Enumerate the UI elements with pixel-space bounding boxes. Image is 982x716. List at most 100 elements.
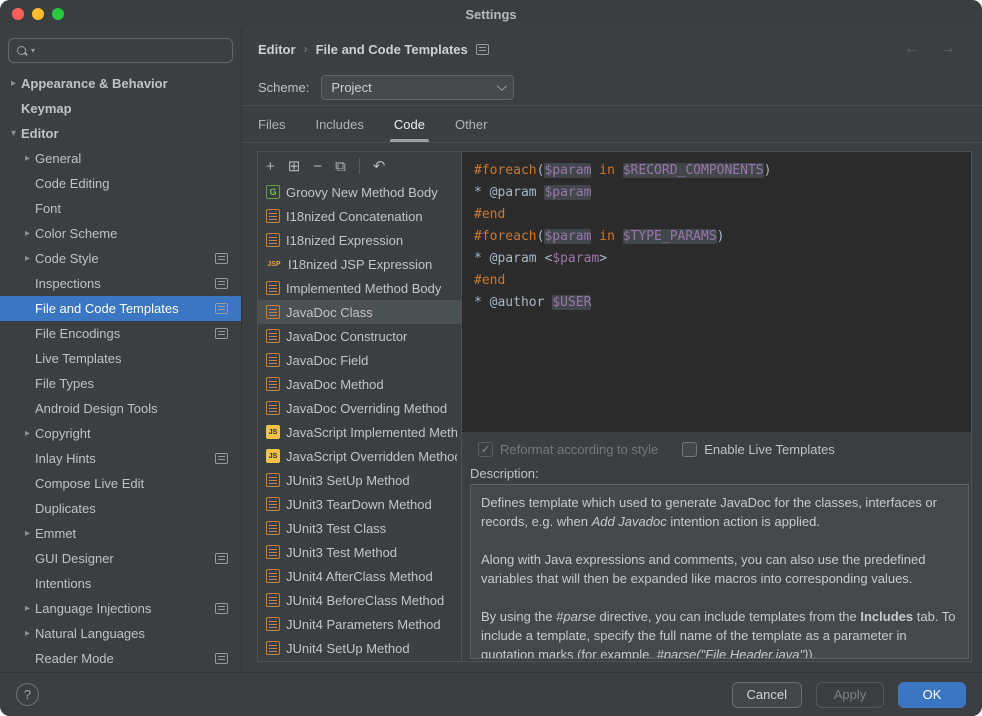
breadcrumb-section[interactable]: Editor (258, 42, 296, 57)
code-token: $TYPE_PARAMS (623, 229, 717, 244)
sidebar-item-live-templates[interactable]: Live Templates (0, 346, 241, 371)
list-item[interactable]: JavaDoc Class (258, 300, 461, 324)
add-template-icon[interactable]: + (266, 159, 275, 174)
list-item-label: JavaDoc Method (286, 377, 384, 392)
reformat-option: ✓ Reformat according to style (478, 442, 658, 457)
code-token: #foreach (474, 163, 537, 178)
list-item[interactable]: JUnit4 SetUp Method (258, 636, 461, 660)
sidebar-item-label: Duplicates (35, 501, 96, 516)
live-templates-checkbox[interactable] (682, 442, 697, 457)
chevron-right-icon[interactable]: ▸ (20, 603, 35, 614)
reset-to-default-icon[interactable]: ↶ (373, 159, 386, 174)
list-item-label: JavaDoc Field (286, 353, 368, 368)
page-settings-icon (476, 44, 489, 55)
page-settings-icon (215, 278, 228, 289)
ok-button[interactable]: OK (898, 682, 966, 708)
sidebar-item-file-encodings[interactable]: File Encodings (0, 321, 241, 346)
list-item[interactable]: JUnit4 Parameters Method (258, 612, 461, 636)
list-item[interactable]: Implemented Method Body (258, 276, 461, 300)
chevron-right-icon[interactable]: ▸ (6, 78, 21, 89)
chevron-right-icon[interactable]: ▸ (20, 228, 35, 239)
list-item[interactable]: JavaDoc Overriding Method (258, 396, 461, 420)
list-item[interactable]: JavaDoc Method (258, 372, 461, 396)
template-editor[interactable]: #foreach($param in $RECORD_COMPONENTS) *… (462, 152, 971, 432)
description-body[interactable]: Defines template which used to generate … (470, 484, 969, 659)
sidebar-item-general[interactable]: ▸General (0, 146, 241, 171)
template-file-icon (266, 329, 280, 343)
list-item[interactable]: JUnit3 Test Class (258, 516, 461, 540)
sidebar-item-font[interactable]: Font (0, 196, 241, 221)
sidebar-item-file-types[interactable]: File Types (0, 371, 241, 396)
create-child-template-icon[interactable]: ⊞ (288, 159, 301, 174)
sidebar-item-inspections[interactable]: Inspections (0, 271, 241, 296)
list-item[interactable]: JavaDoc Field (258, 348, 461, 372)
list-item[interactable]: JUnit3 TearDown Method (258, 492, 461, 516)
list-item-label: JavaScript Overridden Method (286, 449, 457, 464)
list-item[interactable]: JUnit3 Test Method (258, 540, 461, 564)
template-file-icon (266, 377, 280, 391)
chevron-right-icon[interactable]: ▸ (20, 253, 35, 264)
chevron-right-icon[interactable]: ▸ (20, 628, 35, 639)
list-item[interactable]: JSJavaScript Implemented Method (258, 420, 461, 444)
sidebar-item-editor[interactable]: ▾Editor (0, 121, 241, 146)
sidebar-item-intentions[interactable]: Intentions (0, 571, 241, 596)
zoom-button[interactable] (52, 8, 64, 20)
sidebar-item-language-injections[interactable]: ▸Language Injections (0, 596, 241, 621)
back-icon[interactable]: ← (904, 40, 920, 58)
sidebar-item-code-style[interactable]: ▸Code Style (0, 246, 241, 271)
description-paragraph: By using the #parse directive, you can i… (481, 607, 958, 659)
code-token: > (599, 251, 607, 266)
tab-other[interactable]: Other (455, 106, 488, 142)
sidebar-item-file-and-code-templates[interactable]: File and Code Templates (0, 296, 241, 321)
content-box: + ⊞−⧉ ↶ GGroovy New Method BodyI18nized Co… (257, 151, 972, 662)
list-item[interactable]: I18nized Concatenation (258, 204, 461, 228)
minimize-button[interactable] (32, 8, 44, 20)
sidebar-item-keymap[interactable]: Keymap (0, 96, 241, 121)
apply-button[interactable]: Apply (816, 682, 884, 708)
tab-includes[interactable]: Includes (315, 106, 363, 142)
sidebar-item-reader-mode[interactable]: Reader Mode (0, 646, 241, 671)
sidebar-item-copyright[interactable]: ▸Copyright (0, 421, 241, 446)
sidebar-item-label: GUI Designer (35, 551, 114, 566)
chevron-right-icon[interactable]: ▸ (20, 528, 35, 539)
scheme-select[interactable]: Project (321, 75, 514, 100)
copy-template-icon[interactable]: ⧉ (335, 159, 346, 174)
sidebar-item-appearance-behavior[interactable]: ▸Appearance & Behavior (0, 71, 241, 96)
list-item[interactable]: JUnit3 SetUp Method (258, 468, 461, 492)
tabs: Files Includes Code Other (242, 106, 982, 143)
sidebar-item-duplicates[interactable]: Duplicates (0, 496, 241, 521)
sidebar-item-compose-live-edit[interactable]: Compose Live Edit (0, 471, 241, 496)
template-file-icon (266, 545, 280, 559)
sidebar-item-color-scheme[interactable]: ▸Color Scheme (0, 221, 241, 246)
list-item[interactable]: JSJavaScript Overridden Method (258, 444, 461, 468)
sidebar-item-inlay-hints[interactable]: Inlay Hints (0, 446, 241, 471)
close-button[interactable] (12, 8, 24, 20)
search-input[interactable] (38, 43, 225, 58)
list-item[interactable]: JSPI18nized JSP Expression (258, 252, 461, 276)
tab-files[interactable]: Files (258, 106, 285, 142)
reformat-checkbox[interactable]: ✓ (478, 442, 493, 457)
help-button[interactable]: ? (16, 683, 39, 706)
sidebar-item-gui-designer[interactable]: GUI Designer (0, 546, 241, 571)
description-text: Add Javadoc (592, 514, 667, 529)
sidebar-item-emmet[interactable]: ▸Emmet (0, 521, 241, 546)
sidebar-item-code-editing[interactable]: Code Editing (0, 171, 241, 196)
list-item[interactable]: GGroovy New Method Body (258, 180, 461, 204)
search-field[interactable]: ▾ (8, 38, 233, 63)
list-item[interactable]: JUnit4 AfterClass Method (258, 564, 461, 588)
code-line: #end (474, 270, 959, 292)
chevron-right-icon[interactable]: ▸ (20, 428, 35, 439)
list-item[interactable]: JUnit4 BeforeClass Method (258, 588, 461, 612)
sidebar-item-android-design-tools[interactable]: Android Design Tools (0, 396, 241, 421)
remove-template-icon[interactable]: − (313, 159, 322, 174)
tab-code[interactable]: Code (394, 106, 425, 142)
chevron-down-icon[interactable]: ▾ (6, 128, 21, 139)
list-item[interactable]: I18nized Expression (258, 228, 461, 252)
forward-icon[interactable]: → (940, 40, 956, 58)
sidebar-item-natural-languages[interactable]: ▸Natural Languages (0, 621, 241, 646)
chevron-down-icon[interactable]: ▾ (31, 46, 35, 55)
cancel-button[interactable]: Cancel (732, 682, 802, 708)
chevron-right-icon[interactable]: ▸ (20, 153, 35, 164)
list-item[interactable]: JavaDoc Constructor (258, 324, 461, 348)
main-panel: Editor › File and Code Templates ← → Sch… (242, 28, 982, 672)
